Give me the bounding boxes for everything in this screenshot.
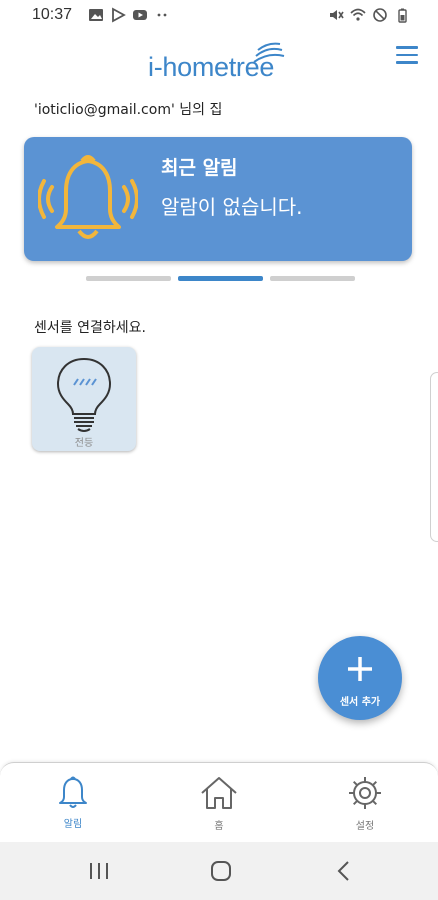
status-system-icons bbox=[328, 7, 410, 23]
nav-label-home: 홈 bbox=[214, 821, 224, 832]
recent-apps-icon[interactable] bbox=[88, 859, 110, 883]
plus-icon bbox=[348, 657, 372, 681]
bell-icon bbox=[59, 776, 87, 808]
recent-alert-card[interactable]: 최근 알림 알람이 없습니다. bbox=[24, 137, 412, 261]
youtube-icon bbox=[133, 10, 147, 20]
app-logo: i-hometree bbox=[148, 42, 293, 84]
edge-panel-handle[interactable] bbox=[430, 372, 438, 542]
light-bulb-icon bbox=[56, 357, 112, 432]
wifi-icon bbox=[350, 8, 366, 21]
alert-message: 알람이 없습니다. bbox=[161, 195, 303, 219]
nav-item-alerts[interactable]: 알림 bbox=[33, 775, 113, 837]
status-notification-icons bbox=[88, 7, 170, 23]
carousel-pager bbox=[86, 276, 355, 281]
connect-sensor-label: 센서를 연결하세요. bbox=[34, 320, 146, 336]
app-header: i-hometree bbox=[0, 30, 438, 90]
add-sensor-button[interactable]: 센서 추가 bbox=[318, 636, 402, 720]
status-time: 10:37 bbox=[32, 6, 73, 23]
home-icon bbox=[201, 777, 237, 809]
hamburger-menu-icon[interactable] bbox=[396, 46, 420, 68]
battery-icon bbox=[398, 8, 407, 23]
nav-item-settings[interactable]: 설정 bbox=[325, 775, 405, 837]
bell-ringing-icon bbox=[38, 155, 138, 239]
home-button-icon[interactable] bbox=[209, 859, 233, 883]
bottom-navigation: 알림 홈 설정 bbox=[0, 762, 438, 842]
mute-icon bbox=[330, 10, 344, 20]
pager-indicator-1[interactable] bbox=[86, 276, 171, 281]
do-not-disturb-icon bbox=[373, 8, 387, 22]
home-owner-label: 'ioticlio@gmail.com' 님의 집 bbox=[34, 102, 223, 118]
alert-title: 최근 알림 bbox=[161, 157, 238, 179]
nav-label-settings: 설정 bbox=[355, 821, 375, 832]
nav-label-alerts: 알림 bbox=[63, 819, 83, 830]
status-bar: 10:37 bbox=[0, 0, 438, 30]
gallery-icon bbox=[89, 9, 103, 21]
back-icon[interactable] bbox=[334, 859, 354, 883]
play-store-icon bbox=[112, 7, 126, 23]
pager-indicator-3[interactable] bbox=[270, 276, 355, 281]
add-sensor-label: 센서 추가 bbox=[339, 697, 381, 708]
system-navigation-bar bbox=[0, 842, 438, 900]
pager-indicator-2[interactable] bbox=[178, 276, 263, 281]
more-dots-icon bbox=[157, 13, 167, 17]
sensor-label: 전등 bbox=[74, 438, 94, 449]
sensor-tile-light[interactable]: 전등 bbox=[32, 347, 136, 451]
gear-icon bbox=[349, 777, 381, 809]
nav-item-home[interactable]: 홈 bbox=[179, 775, 259, 837]
logo-text: i-hometree bbox=[148, 52, 275, 82]
